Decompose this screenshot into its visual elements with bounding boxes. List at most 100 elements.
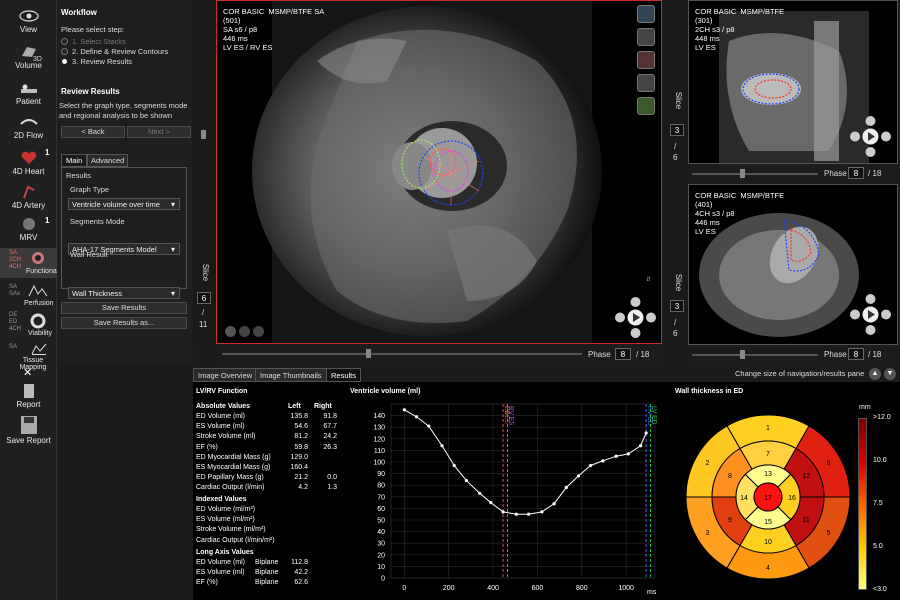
tab-main[interactable]: Main (61, 154, 88, 167)
y-tick-label: 130 (373, 425, 385, 432)
top-slice-input[interactable]: 3 (670, 124, 684, 136)
bottom-slice-total: 6 (673, 329, 678, 338)
save-report-button[interactable]: Save Report (0, 415, 57, 445)
x-axis-label: ms (647, 589, 657, 596)
table-row: Cardiac Output (l/min) 4.2 1.3 (196, 484, 341, 494)
table-row: ED Myocardial Mass (g) 129.0 (196, 454, 341, 464)
top-phase-knob[interactable] (740, 169, 745, 178)
step-review-results[interactable]: 3. Review Results (61, 57, 168, 66)
back-button[interactable]: < Back (61, 126, 125, 138)
corner-marker-icon: ⇵ (646, 277, 652, 283)
pane-size-hint: Change size of navigation/results pane (735, 369, 865, 378)
bottom-slice-input[interactable]: 3 (670, 300, 684, 312)
x-tick-label: 200 (443, 585, 455, 592)
pane-up-icon[interactable]: ▲ (869, 368, 881, 380)
ventricle-volume-chart[interactable]: 0 10 20 30 40 50 60 70 80 90 100 110 120 130 140 0 200 40… (343, 396, 663, 600)
delete-contour-tool-icon[interactable] (637, 97, 655, 115)
data-point (464, 478, 469, 483)
step-label: 3. Review Results (72, 57, 133, 66)
tissue-mapping-button[interactable]: SA Tissue Mapping (0, 340, 57, 371)
radio-icon (61, 38, 68, 45)
slice-knob[interactable] (201, 130, 206, 139)
segment-label: 8 (728, 473, 732, 480)
save-results-as-button[interactable]: Save Results as... (61, 317, 187, 329)
view-button[interactable]: View (0, 8, 57, 34)
pane-down-icon[interactable]: ▼ (884, 368, 896, 380)
absolute-values-table: ED Volume (ml) 135.8 91.8 ES Volume (ml) 54.… (196, 413, 341, 495)
data-point (564, 485, 568, 490)
main-image-viewer[interactable]: COR BASIC MSMP/BTFE SA (501) SA s6 / p8 … (216, 0, 662, 344)
colorbar-unit: mm (859, 404, 871, 411)
graph-type-select[interactable]: Ventricle volume over time (68, 198, 180, 210)
4d-artery-button[interactable]: 4D Artery (0, 184, 57, 210)
phase-input[interactable]: 8 (615, 348, 631, 360)
rotate-left-icon[interactable] (239, 326, 250, 337)
tab-results[interactable]: Results (326, 368, 362, 382)
data-point (478, 491, 482, 495)
save-results-button[interactable]: Save Results (61, 302, 187, 314)
rv-tool-icon[interactable] (637, 74, 655, 92)
aha17-bullseye[interactable]: 165432712111098 13161514 17 (683, 412, 853, 582)
y-tick-label: 30 (377, 541, 385, 548)
phase-knob[interactable] (366, 349, 371, 358)
flow-icon (19, 119, 38, 125)
row-right-value: 67.7 (323, 423, 337, 431)
tab-advanced[interactable]: Advanced (87, 154, 129, 167)
functional-button[interactable]: SA 2CH 4CH Functional (0, 248, 58, 278)
indexed-values-title: Indexed Values (196, 496, 247, 503)
table-row: ED Volume (ml) Biplane 112.8 (196, 559, 341, 569)
row-left-value: 129.0 (290, 453, 308, 461)
main-phase-bar: Phase 8 / 18 (216, 344, 662, 366)
step-select-stacks[interactable]: 1. Select Stacks (61, 37, 168, 46)
lv-tool-icon[interactable] (637, 51, 655, 69)
colorbar-label: >12.0 (873, 414, 891, 421)
report-button[interactable]: Report (0, 383, 57, 409)
y-tick-label: 20 (377, 552, 385, 559)
next-button[interactable]: Next > (127, 126, 191, 138)
segment-label: 7 (766, 451, 770, 458)
contour-tool-icon[interactable] (637, 28, 655, 46)
data-point (526, 512, 531, 516)
3d-label: 3D (33, 56, 42, 63)
table-row: ED Papillary Mass (g) 21.2 0.0 (196, 474, 341, 484)
step-label: 2. Define & Review Contours (72, 47, 169, 56)
heart-label: 4D Heart (12, 167, 45, 176)
table-row: Stroke Volume (ml/m²) (196, 526, 266, 534)
bottom-phase-knob[interactable] (740, 350, 745, 359)
flow-label: 2D Flow (13, 131, 44, 140)
data-point (614, 454, 618, 458)
bottom-navigation-control-icon[interactable] (849, 293, 892, 336)
top-navigation-control-icon[interactable] (849, 115, 892, 158)
segment-label: 13 (764, 471, 772, 478)
patient-button[interactable]: Patient (0, 80, 57, 106)
tab-image-thumbnails[interactable]: Image Thumbnails (255, 368, 327, 382)
segment-label: 1 (766, 425, 770, 432)
mrv-label: MRV (19, 233, 38, 242)
volume-button[interactable]: Volume (0, 44, 57, 70)
four-chamber-viewer[interactable]: COR BASIC MSMP/BTFE (401) 4CH s3 / p8 44… (688, 184, 898, 345)
2d-flow-button[interactable]: 2D Flow (0, 114, 57, 140)
y-tick-label: 100 (373, 460, 385, 467)
wall-result-select[interactable]: Wall Thickness (68, 287, 180, 299)
y-tick-label: 120 (373, 436, 385, 443)
viability-button[interactable]: DE ED 4CH Viability (0, 310, 57, 342)
zoom-fit-icon[interactable] (225, 326, 236, 337)
segment-label: 15 (764, 519, 772, 526)
main-slice-input[interactable]: 6 (197, 292, 211, 304)
tab-image-overview[interactable]: Image Overview (193, 368, 258, 382)
row-right-value: 1.3 (327, 484, 337, 492)
patient-label: Patient (16, 97, 41, 106)
tag-sa-3: SA (9, 344, 18, 350)
bottom-phase-input[interactable]: 8 (848, 348, 864, 360)
row-right-value: 91.8 (323, 413, 337, 420)
top-phase-input[interactable]: 8 (848, 167, 864, 179)
close-icon[interactable]: ✕ (23, 366, 32, 379)
perfusion-button[interactable]: SA SAx Perfusion (0, 282, 57, 310)
rotate-right-icon[interactable] (253, 326, 264, 337)
step-define-contours[interactable]: 2. Define & Review Contours (61, 47, 168, 56)
navigation-control-icon[interactable] (614, 296, 657, 339)
colorbar-label: 10.0 (873, 457, 887, 464)
bullseye-tool-icon[interactable] (637, 5, 655, 23)
segment-label: 6 (827, 460, 831, 467)
two-chamber-viewer[interactable]: COR BASIC MSMP/BTFE (301) 2CH s3 / p8 44… (688, 0, 898, 164)
